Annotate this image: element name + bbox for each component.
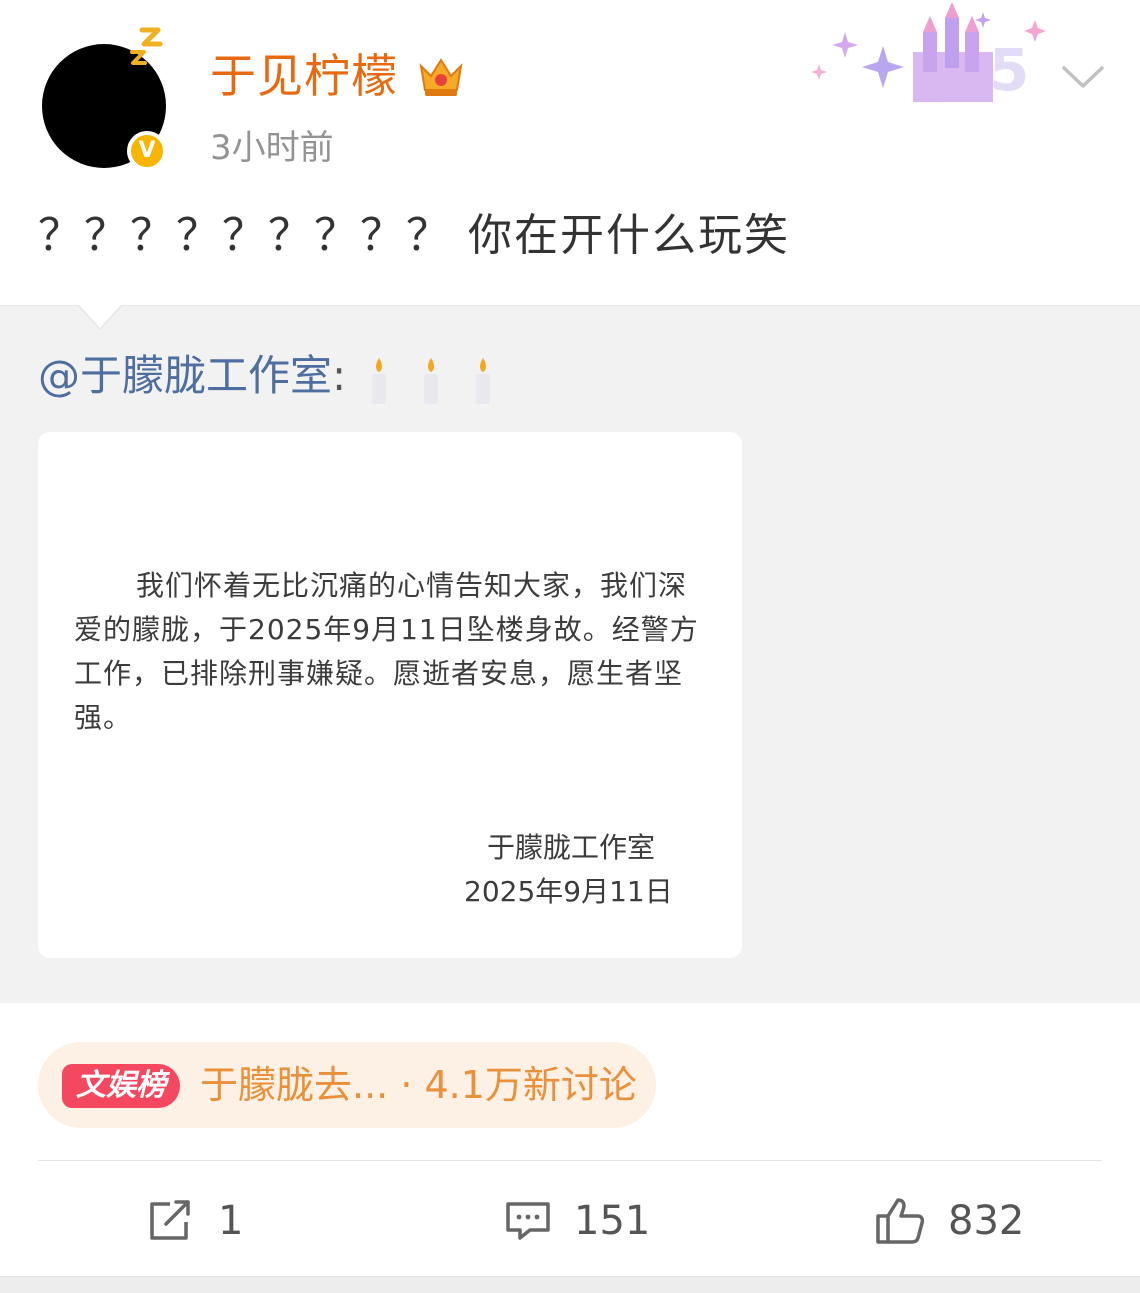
like-icon <box>876 1198 925 1244</box>
verified-icon: V <box>127 131 167 171</box>
username[interactable]: 于见柠檬 <box>210 46 398 106</box>
divider <box>38 1160 1102 1161</box>
comment-icon <box>506 1202 550 1240</box>
topic-badge: 文娱榜 <box>62 1064 180 1108</box>
sparkle-castle-icon: 5 <box>811 2 1046 104</box>
candle-icon <box>475 358 490 404</box>
comment-button[interactable]: 151 <box>504 1186 650 1256</box>
repost-block[interactable]: @于朦胧工作室: 我们怀着无比沉痛的心情告知大家，我们深爱的朦胧，于2025年9… <box>0 305 1140 1003</box>
statement-image[interactable]: 我们怀着无比沉痛的心情告知大家，我们深爱的朦胧，于2025年9月11日坠楼身故。… <box>38 432 742 958</box>
topic-text: 于朦胧去... · 4.1万新讨论 <box>200 1063 637 1107</box>
statement-date: 2025年9月11日 <box>464 875 673 908</box>
repost-text: @于朦胧工作室: <box>38 346 524 409</box>
avatar[interactable]: V <box>42 27 170 172</box>
candle-emojis <box>368 349 524 409</box>
chevron-down-icon[interactable] <box>1058 58 1108 96</box>
repost-author-link[interactable]: @于朦胧工作室 <box>38 351 332 400</box>
repost-separator: : <box>332 351 347 400</box>
bottom-separator <box>0 1276 1140 1293</box>
comment-count: 151 <box>574 1198 651 1244</box>
repost-icon <box>150 1200 190 1240</box>
svg-text:5: 5 <box>989 36 1029 104</box>
like-count: 832 <box>948 1198 1025 1244</box>
action-bar: 1 151 832 <box>0 1176 1140 1266</box>
trending-topic-pill[interactable]: 文娱榜 于朦胧去... · 4.1万新讨论 <box>38 1042 656 1128</box>
statement-signature: 于朦胧工作室 <box>486 831 655 864</box>
repost-notch <box>78 305 122 331</box>
repost-button[interactable]: 1 <box>146 1186 243 1256</box>
statement-body: 我们怀着无比沉痛的心情告知大家，我们深爱的朦胧，于2025年9月11日坠楼身故。… <box>74 569 699 734</box>
like-button[interactable]: 832 <box>874 1186 1024 1256</box>
zzz-icon <box>130 27 163 65</box>
post-header: V 于见柠檬 3小时前 5 <box>0 0 1140 190</box>
candle-icon <box>423 358 438 404</box>
post-timestamp: 3小时前 <box>210 128 334 168</box>
post-text: ？？？？？？？？？ 你在开什么玩笑 <box>38 210 790 261</box>
repost-count: 1 <box>218 1198 244 1244</box>
crown-icon <box>419 58 463 96</box>
candle-icon <box>371 358 386 404</box>
